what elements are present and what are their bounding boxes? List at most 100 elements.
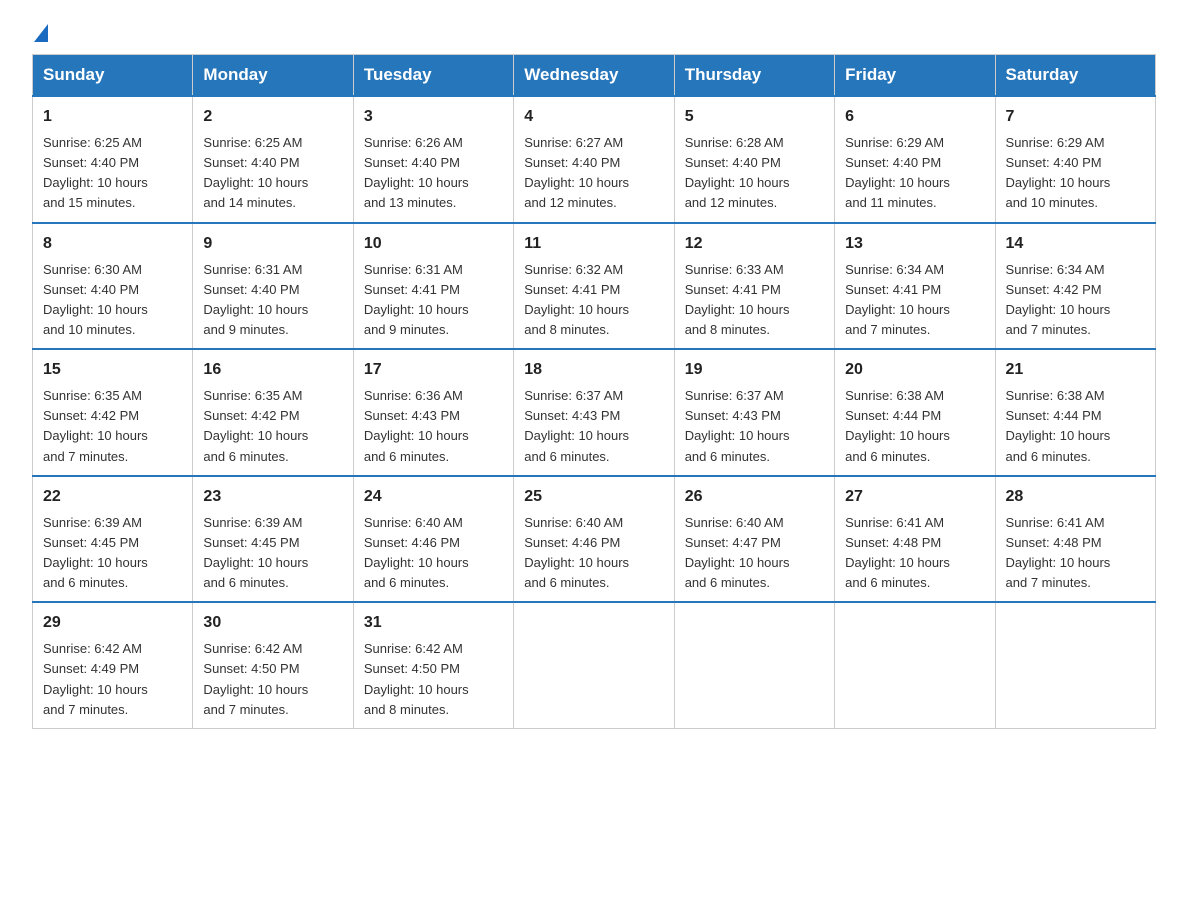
weekday-header-friday: Friday xyxy=(835,55,995,97)
calendar-cell: 31 Sunrise: 6:42 AMSunset: 4:50 PMDaylig… xyxy=(353,602,513,728)
day-number: 11 xyxy=(524,232,663,256)
day-number: 19 xyxy=(685,358,824,382)
day-info: Sunrise: 6:38 AMSunset: 4:44 PMDaylight:… xyxy=(1006,386,1145,467)
day-info: Sunrise: 6:40 AMSunset: 4:46 PMDaylight:… xyxy=(364,513,503,594)
calendar-cell: 3 Sunrise: 6:26 AMSunset: 4:40 PMDayligh… xyxy=(353,96,513,223)
day-number: 12 xyxy=(685,232,824,256)
day-info: Sunrise: 6:29 AMSunset: 4:40 PMDaylight:… xyxy=(845,133,984,214)
day-info: Sunrise: 6:35 AMSunset: 4:42 PMDaylight:… xyxy=(43,386,182,467)
calendar-cell: 23 Sunrise: 6:39 AMSunset: 4:45 PMDaylig… xyxy=(193,476,353,603)
day-info: Sunrise: 6:35 AMSunset: 4:42 PMDaylight:… xyxy=(203,386,342,467)
day-info: Sunrise: 6:27 AMSunset: 4:40 PMDaylight:… xyxy=(524,133,663,214)
day-number: 4 xyxy=(524,105,663,129)
logo-triangle-icon xyxy=(34,24,48,42)
day-number: 9 xyxy=(203,232,342,256)
week-row-4: 22 Sunrise: 6:39 AMSunset: 4:45 PMDaylig… xyxy=(33,476,1156,603)
logo xyxy=(32,24,48,42)
week-row-5: 29 Sunrise: 6:42 AMSunset: 4:49 PMDaylig… xyxy=(33,602,1156,728)
day-number: 30 xyxy=(203,611,342,635)
calendar-cell: 30 Sunrise: 6:42 AMSunset: 4:50 PMDaylig… xyxy=(193,602,353,728)
day-info: Sunrise: 6:36 AMSunset: 4:43 PMDaylight:… xyxy=(364,386,503,467)
calendar-cell: 14 Sunrise: 6:34 AMSunset: 4:42 PMDaylig… xyxy=(995,223,1155,350)
day-number: 15 xyxy=(43,358,182,382)
day-number: 27 xyxy=(845,485,984,509)
weekday-header-sunday: Sunday xyxy=(33,55,193,97)
calendar-cell: 2 Sunrise: 6:25 AMSunset: 4:40 PMDayligh… xyxy=(193,96,353,223)
day-info: Sunrise: 6:28 AMSunset: 4:40 PMDaylight:… xyxy=(685,133,824,214)
day-info: Sunrise: 6:26 AMSunset: 4:40 PMDaylight:… xyxy=(364,133,503,214)
calendar-cell xyxy=(835,602,995,728)
calendar-cell: 17 Sunrise: 6:36 AMSunset: 4:43 PMDaylig… xyxy=(353,349,513,476)
day-info: Sunrise: 6:40 AMSunset: 4:47 PMDaylight:… xyxy=(685,513,824,594)
calendar-cell: 5 Sunrise: 6:28 AMSunset: 4:40 PMDayligh… xyxy=(674,96,834,223)
calendar-cell: 15 Sunrise: 6:35 AMSunset: 4:42 PMDaylig… xyxy=(33,349,193,476)
day-info: Sunrise: 6:37 AMSunset: 4:43 PMDaylight:… xyxy=(685,386,824,467)
calendar-cell: 20 Sunrise: 6:38 AMSunset: 4:44 PMDaylig… xyxy=(835,349,995,476)
day-number: 10 xyxy=(364,232,503,256)
day-info: Sunrise: 6:39 AMSunset: 4:45 PMDaylight:… xyxy=(43,513,182,594)
calendar-cell: 4 Sunrise: 6:27 AMSunset: 4:40 PMDayligh… xyxy=(514,96,674,223)
day-number: 24 xyxy=(364,485,503,509)
day-number: 5 xyxy=(685,105,824,129)
week-row-2: 8 Sunrise: 6:30 AMSunset: 4:40 PMDayligh… xyxy=(33,223,1156,350)
day-number: 25 xyxy=(524,485,663,509)
calendar-cell: 21 Sunrise: 6:38 AMSunset: 4:44 PMDaylig… xyxy=(995,349,1155,476)
day-number: 3 xyxy=(364,105,503,129)
weekday-header-row: SundayMondayTuesdayWednesdayThursdayFrid… xyxy=(33,55,1156,97)
day-number: 20 xyxy=(845,358,984,382)
day-info: Sunrise: 6:34 AMSunset: 4:41 PMDaylight:… xyxy=(845,260,984,341)
weekday-header-saturday: Saturday xyxy=(995,55,1155,97)
day-number: 2 xyxy=(203,105,342,129)
week-row-3: 15 Sunrise: 6:35 AMSunset: 4:42 PMDaylig… xyxy=(33,349,1156,476)
day-info: Sunrise: 6:42 AMSunset: 4:49 PMDaylight:… xyxy=(43,639,182,720)
weekday-header-wednesday: Wednesday xyxy=(514,55,674,97)
weekday-header-monday: Monday xyxy=(193,55,353,97)
day-number: 29 xyxy=(43,611,182,635)
day-info: Sunrise: 6:42 AMSunset: 4:50 PMDaylight:… xyxy=(203,639,342,720)
day-number: 23 xyxy=(203,485,342,509)
day-info: Sunrise: 6:30 AMSunset: 4:40 PMDaylight:… xyxy=(43,260,182,341)
calendar-cell: 12 Sunrise: 6:33 AMSunset: 4:41 PMDaylig… xyxy=(674,223,834,350)
day-info: Sunrise: 6:38 AMSunset: 4:44 PMDaylight:… xyxy=(845,386,984,467)
day-number: 13 xyxy=(845,232,984,256)
day-info: Sunrise: 6:41 AMSunset: 4:48 PMDaylight:… xyxy=(845,513,984,594)
calendar-cell: 18 Sunrise: 6:37 AMSunset: 4:43 PMDaylig… xyxy=(514,349,674,476)
calendar-cell: 6 Sunrise: 6:29 AMSunset: 4:40 PMDayligh… xyxy=(835,96,995,223)
day-info: Sunrise: 6:39 AMSunset: 4:45 PMDaylight:… xyxy=(203,513,342,594)
day-info: Sunrise: 6:33 AMSunset: 4:41 PMDaylight:… xyxy=(685,260,824,341)
day-info: Sunrise: 6:25 AMSunset: 4:40 PMDaylight:… xyxy=(203,133,342,214)
calendar-cell: 22 Sunrise: 6:39 AMSunset: 4:45 PMDaylig… xyxy=(33,476,193,603)
calendar-cell: 25 Sunrise: 6:40 AMSunset: 4:46 PMDaylig… xyxy=(514,476,674,603)
weekday-header-thursday: Thursday xyxy=(674,55,834,97)
day-number: 7 xyxy=(1006,105,1145,129)
day-info: Sunrise: 6:37 AMSunset: 4:43 PMDaylight:… xyxy=(524,386,663,467)
day-info: Sunrise: 6:31 AMSunset: 4:41 PMDaylight:… xyxy=(364,260,503,341)
calendar-cell: 8 Sunrise: 6:30 AMSunset: 4:40 PMDayligh… xyxy=(33,223,193,350)
day-number: 28 xyxy=(1006,485,1145,509)
calendar-cell: 16 Sunrise: 6:35 AMSunset: 4:42 PMDaylig… xyxy=(193,349,353,476)
page-header xyxy=(32,24,1156,42)
day-info: Sunrise: 6:31 AMSunset: 4:40 PMDaylight:… xyxy=(203,260,342,341)
calendar-cell: 19 Sunrise: 6:37 AMSunset: 4:43 PMDaylig… xyxy=(674,349,834,476)
calendar-cell: 26 Sunrise: 6:40 AMSunset: 4:47 PMDaylig… xyxy=(674,476,834,603)
day-info: Sunrise: 6:41 AMSunset: 4:48 PMDaylight:… xyxy=(1006,513,1145,594)
calendar-cell: 27 Sunrise: 6:41 AMSunset: 4:48 PMDaylig… xyxy=(835,476,995,603)
calendar-cell: 1 Sunrise: 6:25 AMSunset: 4:40 PMDayligh… xyxy=(33,96,193,223)
day-info: Sunrise: 6:42 AMSunset: 4:50 PMDaylight:… xyxy=(364,639,503,720)
calendar-cell: 24 Sunrise: 6:40 AMSunset: 4:46 PMDaylig… xyxy=(353,476,513,603)
day-number: 8 xyxy=(43,232,182,256)
day-number: 26 xyxy=(685,485,824,509)
day-info: Sunrise: 6:40 AMSunset: 4:46 PMDaylight:… xyxy=(524,513,663,594)
day-number: 6 xyxy=(845,105,984,129)
day-number: 31 xyxy=(364,611,503,635)
day-info: Sunrise: 6:25 AMSunset: 4:40 PMDaylight:… xyxy=(43,133,182,214)
calendar-cell: 7 Sunrise: 6:29 AMSunset: 4:40 PMDayligh… xyxy=(995,96,1155,223)
calendar-cell: 10 Sunrise: 6:31 AMSunset: 4:41 PMDaylig… xyxy=(353,223,513,350)
calendar-cell: 29 Sunrise: 6:42 AMSunset: 4:49 PMDaylig… xyxy=(33,602,193,728)
day-number: 21 xyxy=(1006,358,1145,382)
calendar-cell xyxy=(674,602,834,728)
calendar-cell: 28 Sunrise: 6:41 AMSunset: 4:48 PMDaylig… xyxy=(995,476,1155,603)
calendar-cell: 13 Sunrise: 6:34 AMSunset: 4:41 PMDaylig… xyxy=(835,223,995,350)
day-info: Sunrise: 6:34 AMSunset: 4:42 PMDaylight:… xyxy=(1006,260,1145,341)
day-number: 22 xyxy=(43,485,182,509)
